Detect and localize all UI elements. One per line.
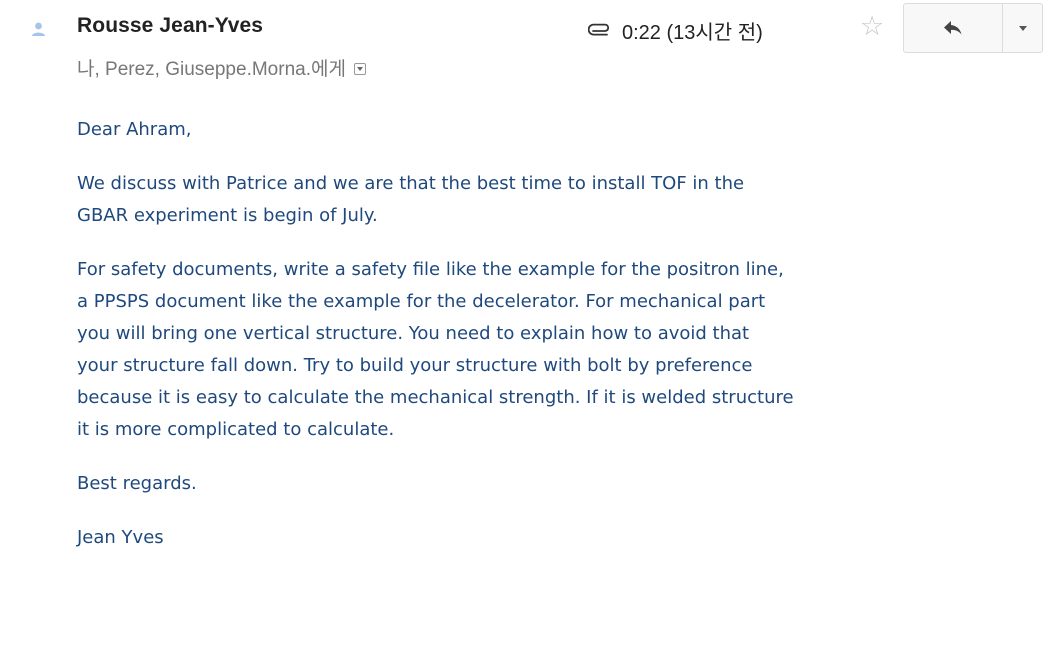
recipients-list: 나, Perez, Giuseppe.Morna.에게 [77, 59, 346, 80]
reply-arrow-icon [944, 21, 962, 35]
body-line: a PPSPS document like the example for th… [77, 291, 766, 312]
more-options-button[interactable] [1003, 4, 1042, 52]
paperclip-icon [588, 23, 610, 36]
signature: Jean Yves [77, 527, 164, 548]
recipients-line: 나, Perez, Giuseppe.Morna.에게 [77, 54, 366, 81]
body-line: For safety documents, write a safety fil… [77, 259, 784, 280]
closing: Best regards. [77, 473, 197, 494]
sender-name[interactable]: Rousse Jean-Yves [77, 14, 263, 38]
recipient-details-dropdown-icon[interactable] [353, 62, 366, 75]
message-timestamp[interactable]: 0:22 (13시간 전) [622, 16, 763, 45]
body-line: because it is easy to calculate the mech… [77, 387, 794, 408]
chevron-down-icon [1018, 25, 1027, 31]
body-line: you will bring one vertical structure. Y… [77, 323, 750, 344]
message-body: Dear Ahram, We discuss with Patrice and … [77, 114, 1037, 576]
person-icon [32, 22, 45, 36]
greeting: Dear Ahram, [77, 119, 192, 140]
star-icon[interactable]: ☆ [860, 11, 884, 41]
body-line: it is more complicated to calculate. [77, 419, 395, 440]
body-line: We discuss with Patrice and we are that … [77, 173, 745, 194]
body-paragraph: We discuss with Patrice and we are that … [77, 168, 1037, 232]
reply-button-group [903, 3, 1043, 53]
message-header: Rousse Jean-Yves 나, Perez, Giuseppe.Morn… [0, 0, 1056, 100]
body-paragraph: For safety documents, write a safety fil… [77, 254, 1037, 446]
body-line: GBAR experiment is begin of July. [77, 205, 378, 226]
reply-button[interactable] [904, 4, 1003, 52]
body-line: your structure fall down. Try to build y… [77, 355, 753, 376]
